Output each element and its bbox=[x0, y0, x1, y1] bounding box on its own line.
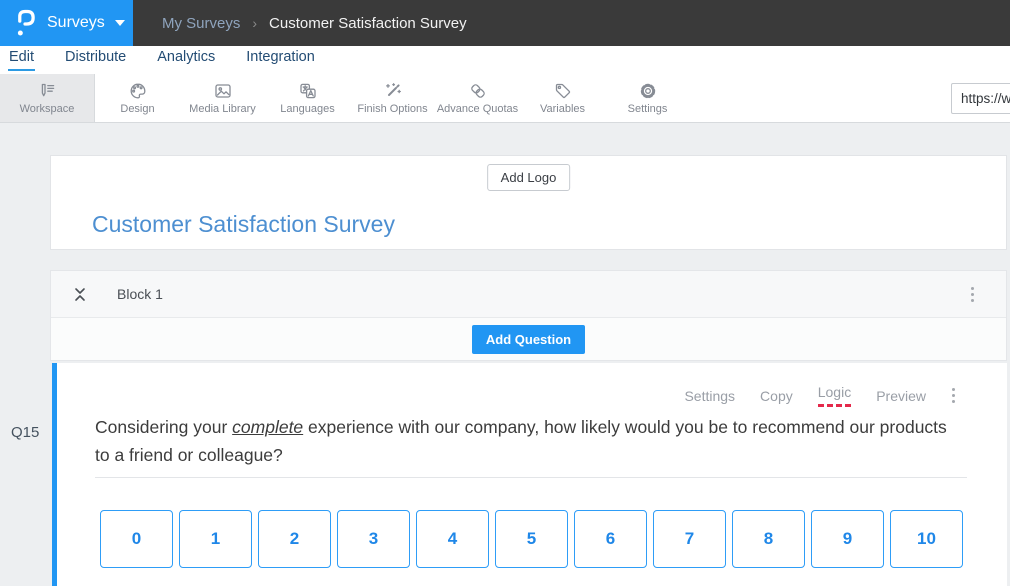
breadcrumb-separator: › bbox=[252, 15, 257, 31]
add-question-row: Add Question bbox=[51, 318, 1006, 360]
toolbar-label: Settings bbox=[628, 103, 668, 115]
breadcrumb-current-survey: Customer Satisfaction Survey bbox=[269, 15, 467, 32]
question-text-part: Considering your bbox=[95, 417, 232, 437]
block-header: Block 1 bbox=[51, 271, 1006, 318]
tab-analytics[interactable]: Analytics bbox=[156, 46, 216, 69]
toolbar-item-advance-quotas[interactable]: Advance Quotas bbox=[435, 74, 520, 122]
workspace-icon bbox=[36, 81, 58, 101]
breadcrumb: My Surveys › Customer Satisfaction Surve… bbox=[162, 0, 467, 46]
question-number-label: Q15 bbox=[11, 424, 39, 441]
question-text-divider bbox=[95, 477, 967, 478]
question-preview-link[interactable]: Preview bbox=[876, 388, 926, 404]
question-settings-link[interactable]: Settings bbox=[684, 388, 735, 404]
image-icon bbox=[212, 81, 234, 101]
nps-option-2[interactable]: 2 bbox=[258, 510, 331, 568]
magic-wand-icon bbox=[382, 81, 404, 101]
palette-icon bbox=[127, 81, 149, 101]
toolbar-label: Languages bbox=[280, 103, 334, 115]
add-logo-button[interactable]: Add Logo bbox=[487, 164, 571, 191]
nps-option-7[interactable]: 7 bbox=[653, 510, 726, 568]
questionpro-logo-icon bbox=[15, 8, 36, 38]
nps-option-6[interactable]: 6 bbox=[574, 510, 647, 568]
toolbar-label: Media Library bbox=[189, 103, 256, 115]
toolbar-label: Finish Options bbox=[357, 103, 427, 115]
toolbar-label: Workspace bbox=[20, 103, 75, 115]
toolbar-label: Advance Quotas bbox=[437, 103, 518, 115]
question-text-emphasis: complete bbox=[232, 417, 303, 437]
toolbar-item-languages[interactable]: Languages bbox=[265, 74, 350, 122]
tab-integration[interactable]: Integration bbox=[245, 46, 316, 69]
nps-option-3[interactable]: 3 bbox=[337, 510, 410, 568]
survey-title[interactable]: Customer Satisfaction Survey bbox=[92, 211, 395, 238]
block-more-options-icon[interactable] bbox=[967, 283, 978, 306]
tab-edit[interactable]: Edit bbox=[8, 46, 35, 71]
toolbar-item-media-library[interactable]: Media Library bbox=[180, 74, 265, 122]
edit-toolbar: Workspace Design Media Library bbox=[0, 74, 1010, 123]
collapse-block-icon[interactable] bbox=[73, 286, 87, 303]
breadcrumb-my-surveys[interactable]: My Surveys bbox=[162, 15, 240, 32]
question-text[interactable]: Considering your complete experience wit… bbox=[95, 413, 962, 469]
question-copy-link[interactable]: Copy bbox=[760, 388, 793, 404]
block-card: Block 1 Add Question bbox=[50, 270, 1007, 361]
main-nav-tabs: Edit Distribute Analytics Integration bbox=[0, 46, 1010, 74]
toolbar-item-settings[interactable]: Settings bbox=[605, 74, 690, 122]
survey-url-input[interactable] bbox=[951, 83, 1010, 114]
nps-option-5[interactable]: 5 bbox=[495, 510, 568, 568]
toolbar-item-design[interactable]: Design bbox=[95, 74, 180, 122]
nps-scale: 0 1 2 3 4 5 6 7 8 9 10 bbox=[100, 510, 1007, 568]
top-bar: Surveys My Surveys › Customer Satisfacti… bbox=[0, 0, 1010, 46]
add-question-button[interactable]: Add Question bbox=[472, 325, 585, 354]
tag-icon bbox=[552, 81, 574, 101]
question-card: Settings Copy Logic Preview Considering … bbox=[52, 363, 1007, 586]
chevron-down-icon bbox=[115, 20, 125, 26]
toolbar-label: Variables bbox=[540, 103, 585, 115]
question-more-options-icon[interactable] bbox=[948, 384, 959, 407]
nps-option-10[interactable]: 10 bbox=[890, 510, 963, 568]
product-menu[interactable]: Surveys bbox=[0, 0, 133, 46]
block-title[interactable]: Block 1 bbox=[117, 286, 163, 302]
survey-editor-canvas: Add Logo Customer Satisfaction Survey Bl… bbox=[0, 123, 1010, 586]
chain-links-icon bbox=[467, 81, 489, 101]
toolbar-label: Design bbox=[120, 103, 154, 115]
question-actions: Settings Copy Logic Preview bbox=[684, 384, 959, 407]
nps-option-9[interactable]: 9 bbox=[811, 510, 884, 568]
nps-option-4[interactable]: 4 bbox=[416, 510, 489, 568]
survey-header-card: Add Logo Customer Satisfaction Survey bbox=[50, 155, 1007, 250]
question-logic-link[interactable]: Logic bbox=[818, 384, 851, 407]
translate-icon bbox=[297, 81, 319, 101]
toolbar-item-variables[interactable]: Variables bbox=[520, 74, 605, 122]
tab-distribute[interactable]: Distribute bbox=[64, 46, 127, 69]
nps-option-1[interactable]: 1 bbox=[179, 510, 252, 568]
nps-option-8[interactable]: 8 bbox=[732, 510, 805, 568]
nps-option-0[interactable]: 0 bbox=[100, 510, 173, 568]
toolbar-item-workspace[interactable]: Workspace bbox=[0, 74, 95, 122]
product-label: Surveys bbox=[47, 14, 105, 32]
gear-icon bbox=[637, 81, 659, 101]
toolbar-item-finish-options[interactable]: Finish Options bbox=[350, 74, 435, 122]
